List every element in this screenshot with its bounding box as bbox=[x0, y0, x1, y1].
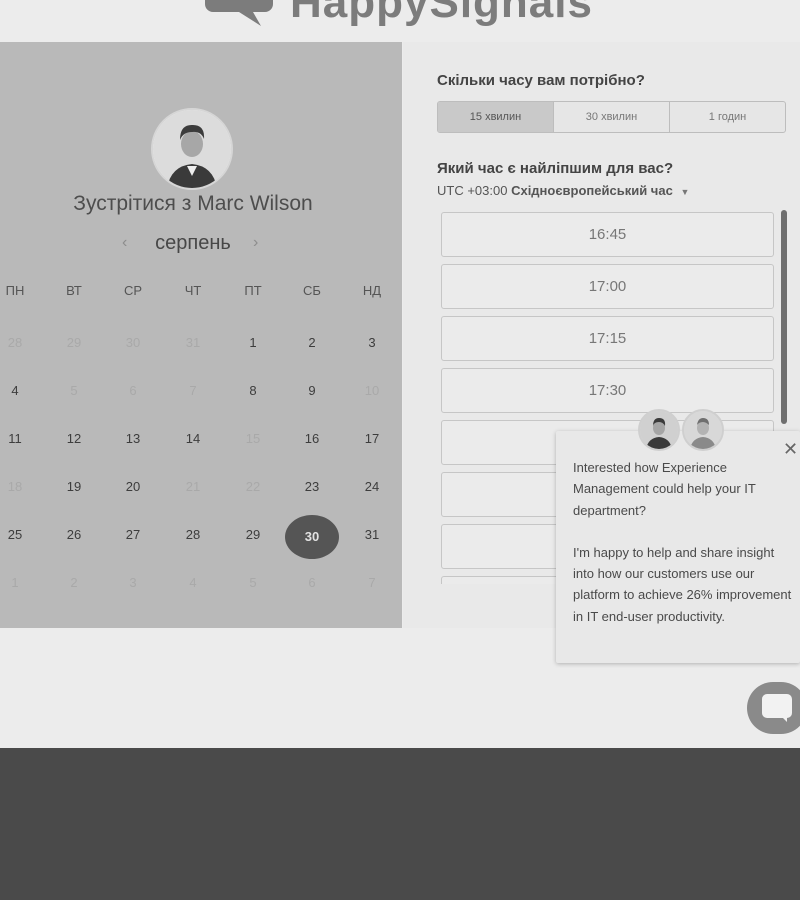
calendar-day[interactable]: 16 bbox=[286, 431, 338, 446]
scrollbar-thumb[interactable] bbox=[781, 210, 787, 424]
weekday-label: НД bbox=[362, 283, 382, 298]
calendar-day[interactable]: 9 bbox=[286, 383, 338, 398]
person-icon bbox=[153, 110, 231, 188]
calendar-week-row: 25 26 27 28 29 30 31 bbox=[0, 515, 402, 563]
calendar-panel: Зустрітися з Marc Wilson ‹ серпень › ПН В… bbox=[0, 42, 402, 628]
duration-option[interactable]: 15 хвилин bbox=[438, 102, 553, 132]
person-icon bbox=[640, 411, 678, 449]
calendar-week-row: 11 12 13 14 15 16 17 bbox=[0, 419, 402, 467]
weekday-label: СР bbox=[123, 283, 143, 298]
weekday-label: СБ bbox=[303, 283, 321, 298]
weekday-header-row: ПН ВТ СР ЧТ ПТ СБ НД bbox=[0, 275, 402, 323]
calendar-day: 30 bbox=[125, 335, 141, 350]
calendar-day: 3 bbox=[129, 575, 137, 590]
calendar-day: 2 bbox=[70, 575, 78, 590]
calendar-day: 10 bbox=[364, 383, 380, 398]
time-slot-button[interactable]: 16:45 bbox=[441, 212, 774, 257]
duration-option[interactable]: 30 хвилин bbox=[553, 102, 669, 132]
weekday-label: ВТ bbox=[66, 283, 82, 298]
calendar-day[interactable]: 28 bbox=[167, 527, 219, 542]
timezone-name: Східноєвропейський час bbox=[511, 183, 673, 198]
calendar-day[interactable]: 12 bbox=[48, 431, 100, 446]
host-avatar bbox=[151, 108, 233, 190]
calendar-day[interactable]: 27 bbox=[107, 527, 159, 542]
calendar-day[interactable]: 17 bbox=[346, 431, 398, 446]
logo-icon bbox=[205, 0, 273, 26]
calendar-day: 4 bbox=[189, 575, 197, 590]
chat-bubble-icon bbox=[762, 694, 792, 718]
calendar-day: 15 bbox=[245, 431, 261, 446]
calendar-week-row: 18 19 20 21 22 23 24 bbox=[0, 467, 402, 515]
logo-text: HappySignals bbox=[290, 0, 593, 27]
calendar-day[interactable]: 24 bbox=[346, 479, 398, 494]
calendar-day[interactable]: 29 bbox=[227, 527, 279, 542]
calendar-day: 21 bbox=[185, 479, 201, 494]
calendar-day-selected[interactable]: 30 bbox=[285, 515, 339, 559]
time-question: Який час є найліпшим для вас? bbox=[437, 160, 674, 177]
calendar-day: 22 bbox=[245, 479, 261, 494]
weekday-label: ПН bbox=[5, 283, 25, 298]
timezone-offset: UTC +03:00 bbox=[437, 183, 508, 198]
agent-avatar bbox=[638, 409, 680, 451]
month-label: серпень bbox=[155, 232, 231, 254]
calendar-day: 7 bbox=[368, 575, 376, 590]
popup-message: Interested how Experience Management cou… bbox=[573, 457, 793, 648]
time-slot-button[interactable]: 17:30 bbox=[441, 368, 774, 413]
calendar-day: 18 bbox=[7, 479, 23, 494]
month-navigation: ‹ серпень › bbox=[0, 232, 386, 260]
calendar-day: 7 bbox=[189, 383, 197, 398]
chat-launcher-button[interactable] bbox=[747, 682, 800, 734]
calendar-day[interactable]: 14 bbox=[167, 431, 219, 446]
agent-avatar bbox=[682, 409, 724, 451]
time-slot-button[interactable]: 17:15 bbox=[441, 316, 774, 361]
timezone-selector[interactable]: UTC +03:00 Східноєвропейський час ▼ bbox=[437, 183, 689, 198]
popup-paragraph: Interested how Experience Management cou… bbox=[573, 460, 756, 518]
calendar-day[interactable]: 1 bbox=[227, 335, 279, 350]
calendar-day: 5 bbox=[249, 575, 257, 590]
weekday-label: ПТ bbox=[244, 283, 262, 298]
calendar-week-row: 1 2 3 4 5 6 7 bbox=[0, 563, 402, 611]
calendar-week-row: 4 5 6 7 8 9 10 bbox=[0, 371, 402, 419]
time-slot-button[interactable]: 17:00 bbox=[441, 264, 774, 309]
calendar-day[interactable]: 26 bbox=[48, 527, 100, 542]
duration-selector: 15 хвилин 30 хвилин 1 годин bbox=[437, 101, 786, 133]
calendar-day[interactable]: 20 bbox=[107, 479, 159, 494]
calendar-day[interactable]: 11 bbox=[0, 431, 41, 446]
chat-popup: ✕ Interested how Experience Management c… bbox=[556, 409, 800, 663]
duration-option[interactable]: 1 годин bbox=[669, 102, 785, 132]
popup-paragraph: I'm happy to help and share insight into… bbox=[573, 544, 792, 624]
calendar-day[interactable]: 25 bbox=[0, 527, 41, 542]
calendar-grid: ПН ВТ СР ЧТ ПТ СБ НД 28 29 30 31 1 2 3 4 5 6 7 8 9 10 11 12 13 1… bbox=[0, 275, 402, 611]
calendar-day: 31 bbox=[185, 335, 201, 350]
weekday-label: ЧТ bbox=[184, 283, 202, 298]
calendar-day: 29 bbox=[66, 335, 82, 350]
calendar-day[interactable]: 23 bbox=[286, 479, 338, 494]
calendar-day[interactable]: 3 bbox=[346, 335, 398, 350]
chevron-right-icon[interactable]: › bbox=[253, 234, 258, 252]
calendar-day[interactable]: 13 bbox=[107, 431, 159, 446]
calendar-day: 6 bbox=[308, 575, 316, 590]
calendar-week-row: 28 29 30 31 1 2 3 bbox=[0, 323, 402, 371]
person-icon bbox=[684, 411, 722, 449]
calendar-day[interactable]: 4 bbox=[0, 383, 41, 398]
calendar-day[interactable]: 2 bbox=[286, 335, 338, 350]
calendar-day[interactable]: 31 bbox=[346, 527, 398, 542]
header: HappySignals bbox=[0, 0, 800, 42]
calendar-day: 5 bbox=[70, 383, 78, 398]
calendar-day: 28 bbox=[7, 335, 23, 350]
calendar-day: 6 bbox=[129, 383, 137, 398]
caret-down-icon: ▼ bbox=[680, 187, 690, 197]
calendar-day[interactable]: 8 bbox=[227, 383, 279, 398]
calendar-day: 1 bbox=[11, 575, 19, 590]
calendar-day[interactable]: 19 bbox=[48, 479, 100, 494]
duration-question: Скільки часу вам потрібно? bbox=[437, 72, 645, 89]
meeting-title: Зустрітися з Marc Wilson bbox=[73, 192, 313, 215]
